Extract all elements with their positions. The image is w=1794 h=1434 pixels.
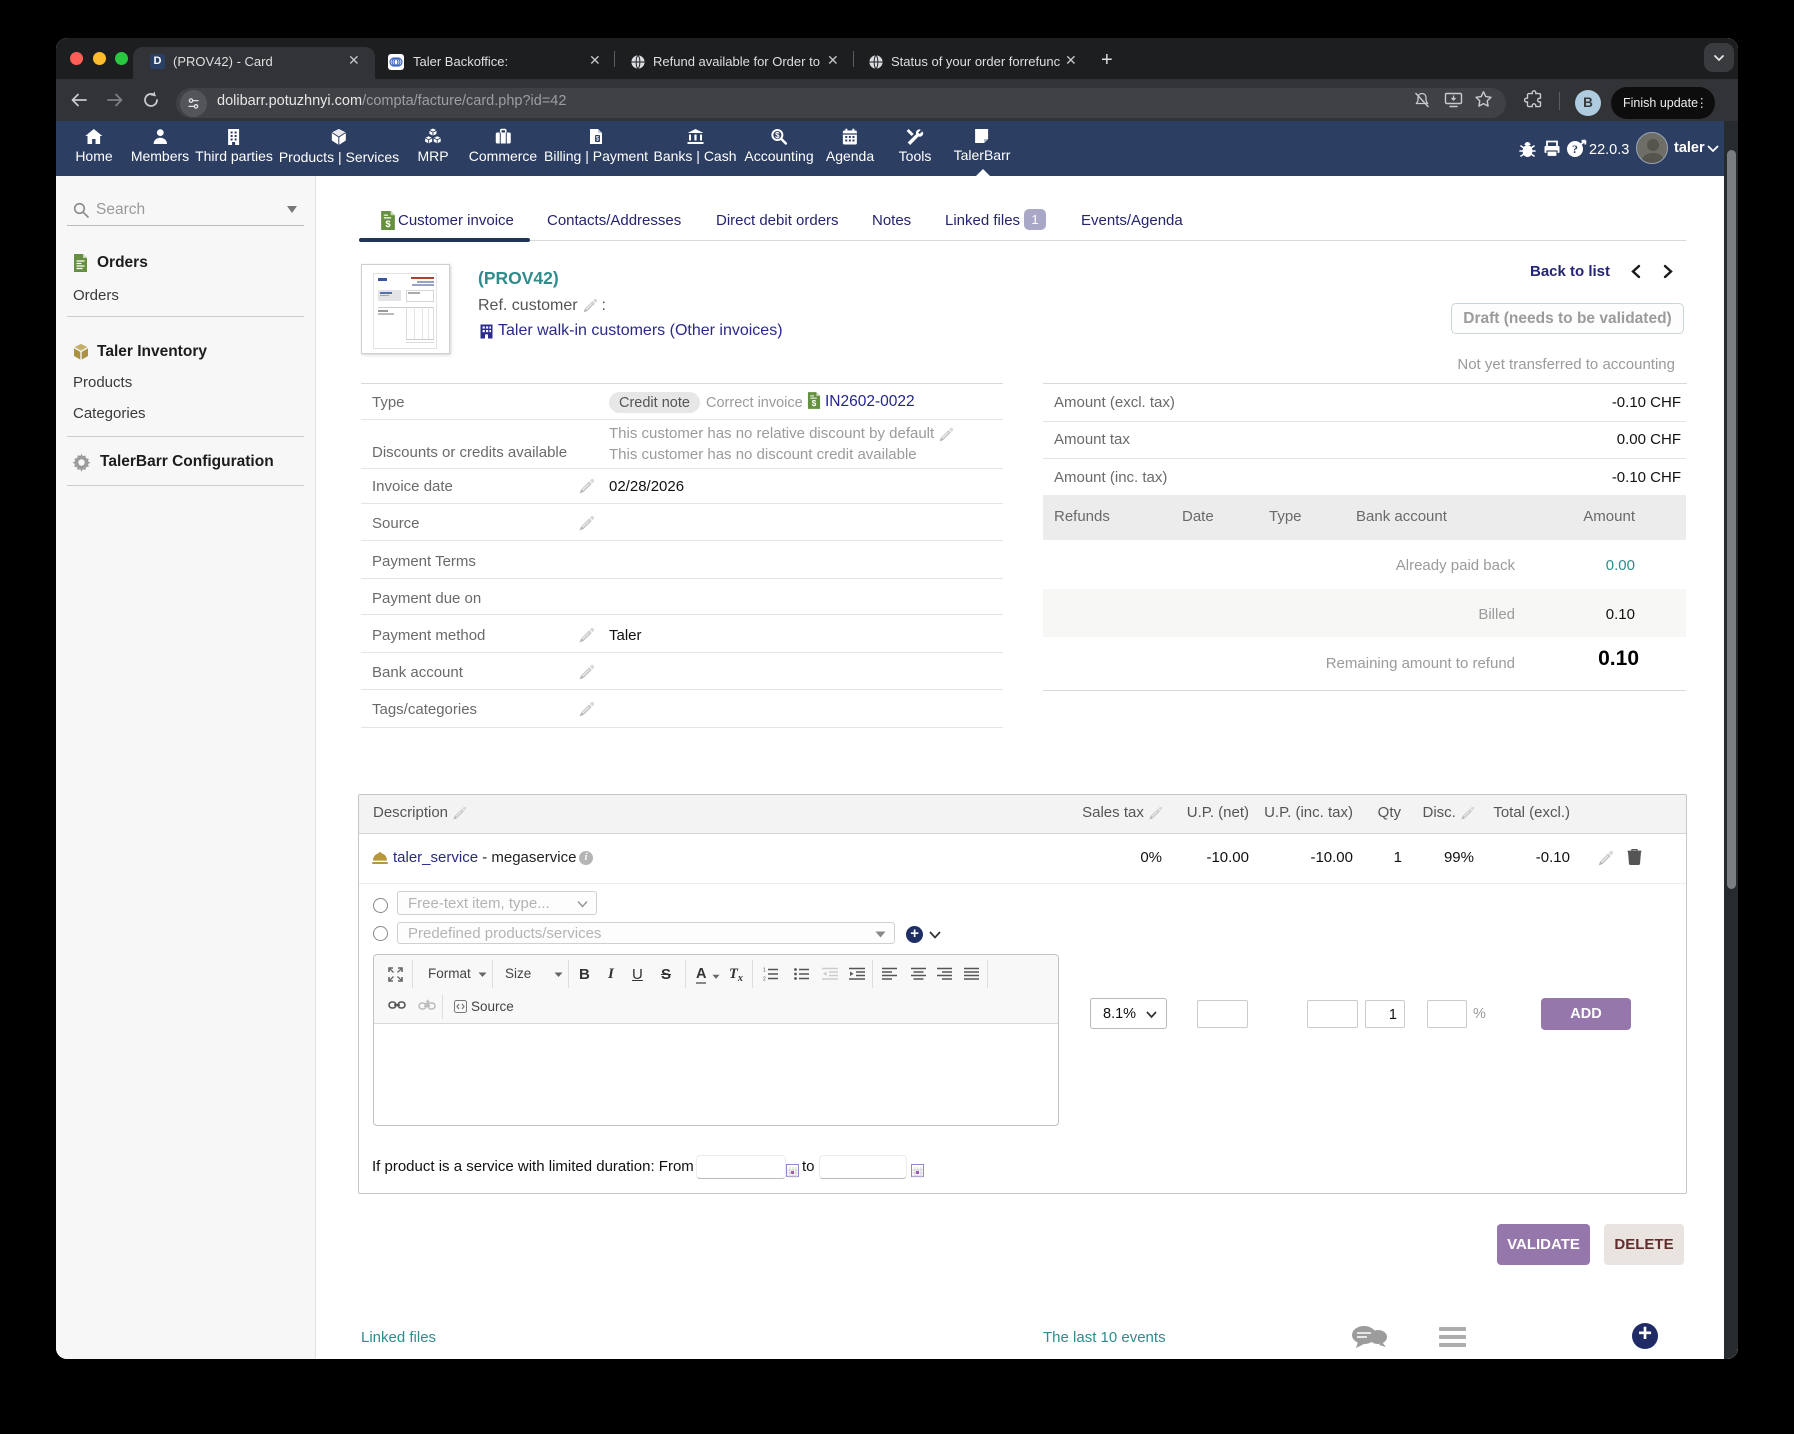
svg-text:$: $ [385, 219, 391, 230]
svg-text:?: ? [1572, 142, 1578, 156]
svg-text:2: 2 [763, 977, 766, 982]
svg-text:$: $ [596, 136, 600, 143]
svg-text:$: $ [812, 398, 817, 408]
svg-text:$: $ [775, 131, 780, 140]
svg-text:1: 1 [763, 968, 766, 974]
